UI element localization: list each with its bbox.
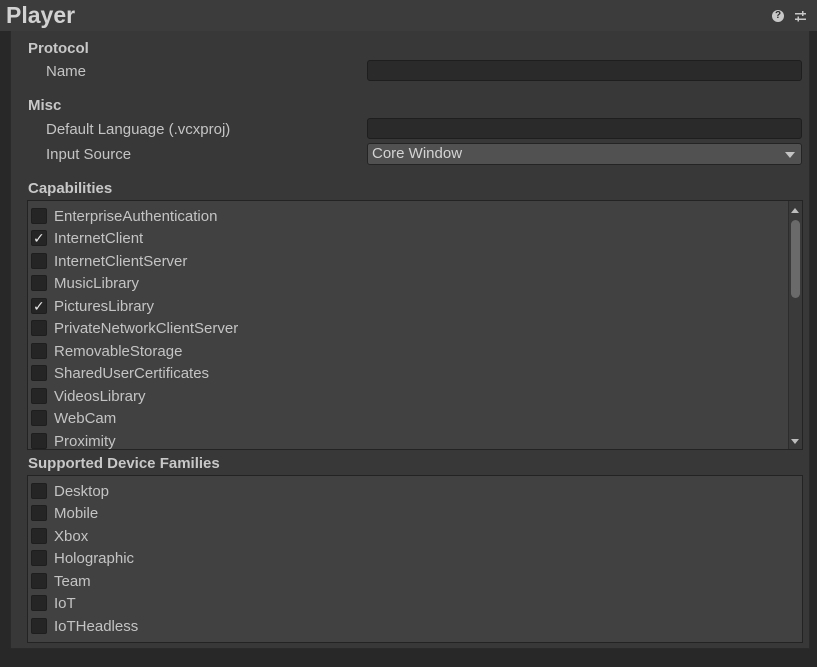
checkmark-icon: ✓ xyxy=(33,230,45,246)
protocol-name-field[interactable] xyxy=(367,60,802,81)
checkbox[interactable] xyxy=(31,505,47,521)
device-family-item[interactable]: Holographic xyxy=(31,547,134,569)
checkmark-icon: ✓ xyxy=(33,298,45,314)
capability-item[interactable]: Proximity xyxy=(31,430,116,449)
player-settings-panel: Protocol Name Misc Default Language (.vc… xyxy=(10,31,810,649)
checkbox[interactable] xyxy=(31,208,47,224)
device-family-item[interactable]: Team xyxy=(31,570,91,592)
page-title: Player xyxy=(6,2,76,28)
capability-item[interactable]: VideosLibrary xyxy=(31,385,145,407)
inspector-header: Player ? xyxy=(0,0,817,31)
protocol-section-label: Protocol xyxy=(28,40,89,57)
scroll-down-arrow-icon[interactable] xyxy=(791,439,799,444)
capability-item[interactable]: InternetClientServer xyxy=(31,250,187,272)
checkbox[interactable] xyxy=(31,528,47,544)
checkbox[interactable] xyxy=(31,550,47,566)
help-icon[interactable]: ? xyxy=(772,10,784,22)
protocol-name-label: Name xyxy=(46,63,87,80)
device-family-item[interactable]: Desktop xyxy=(31,480,109,502)
checkbox[interactable]: ✓ xyxy=(31,298,47,314)
checkbox[interactable] xyxy=(31,275,47,291)
capability-item[interactable]: EnterpriseAuthentication xyxy=(31,205,217,227)
checkbox[interactable] xyxy=(31,253,47,269)
default-language-field[interactable] xyxy=(367,118,802,139)
capability-item[interactable]: SharedUserCertificates xyxy=(31,362,209,384)
checkbox[interactable] xyxy=(31,595,47,611)
checkbox[interactable] xyxy=(31,618,47,634)
default-language-label: Default Language (.vcxproj) xyxy=(46,121,231,138)
checkbox[interactable] xyxy=(31,365,47,381)
checkbox[interactable] xyxy=(31,483,47,499)
input-source-label: Input Source xyxy=(46,146,132,163)
device-family-item[interactable]: IoTHeadless xyxy=(31,615,138,637)
device-family-item[interactable]: IoT xyxy=(31,592,76,614)
input-source-value: Core Window xyxy=(372,145,463,162)
checkbox[interactable] xyxy=(31,410,47,426)
capability-item[interactable]: MusicLibrary xyxy=(31,272,139,294)
scroll-up-arrow-icon[interactable] xyxy=(791,208,799,213)
checkbox[interactable]: ✓ xyxy=(31,230,47,246)
checkbox[interactable] xyxy=(31,433,47,449)
capabilities-section-label: Capabilities xyxy=(28,180,113,197)
capability-item[interactable]: ✓ InternetClient xyxy=(31,227,143,249)
capability-item[interactable]: PrivateNetworkClientServer xyxy=(31,317,238,339)
scrollbar-thumb[interactable] xyxy=(791,220,800,298)
device-family-item[interactable]: Mobile xyxy=(31,502,98,524)
capability-item[interactable]: WebCam xyxy=(31,407,116,429)
checkbox[interactable] xyxy=(31,573,47,589)
capabilities-list: EnterpriseAuthentication ✓ InternetClien… xyxy=(27,200,803,450)
device-family-item[interactable]: Xbox xyxy=(31,525,88,547)
device-families-section-label: Supported Device Families xyxy=(28,455,220,472)
checkbox[interactable] xyxy=(31,343,47,359)
capabilities-scrollbar[interactable] xyxy=(788,201,802,449)
capability-item[interactable]: RemovableStorage xyxy=(31,340,182,362)
device-families-list: Desktop Mobile Xbox Holographic Team IoT… xyxy=(27,475,803,643)
checkbox[interactable] xyxy=(31,320,47,336)
misc-section-label: Misc xyxy=(28,97,62,114)
capability-item[interactable]: ✓ PicturesLibrary xyxy=(31,295,154,317)
settings-icon[interactable] xyxy=(794,10,807,23)
chevron-down-icon xyxy=(785,152,795,158)
checkbox[interactable] xyxy=(31,388,47,404)
input-source-dropdown[interactable]: Core Window xyxy=(367,143,802,165)
